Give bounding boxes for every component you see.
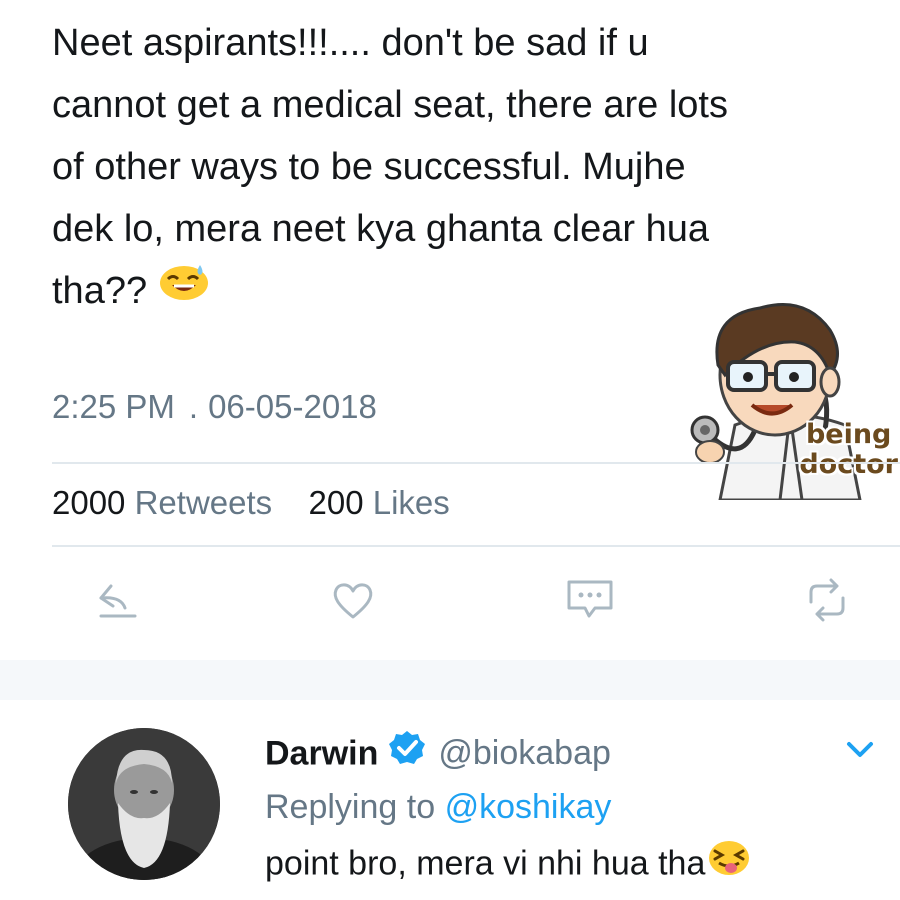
replying-to-mention[interactable]: @koshikay [445, 788, 612, 826]
grinning-sweat-emoji-icon [158, 258, 210, 320]
reply-author-name[interactable]: Darwin [265, 734, 378, 772]
reply-header: Darwin @biokabap [265, 729, 611, 779]
tweet-separator: . [188, 388, 199, 425]
retweet-label[interactable]: Retweets [135, 484, 273, 521]
like-count[interactable]: 200 [309, 484, 364, 521]
tweet-card: Neet aspirants!!!.... don't be sad if u … [0, 0, 900, 660]
tweet-time: 2:25 PM [52, 388, 175, 425]
reply-icon[interactable] [92, 575, 142, 625]
tweet-line: Neet aspirants!!!.... don't be sad if u [52, 22, 649, 64]
like-label[interactable]: Likes [373, 484, 450, 521]
tweet-line: of other ways to be successful. Mujhe [52, 146, 686, 188]
chevron-down-icon[interactable] [845, 738, 875, 765]
tweet-text: Neet aspirants!!!.... don't be sad if u … [52, 12, 900, 322]
bearded-man-portrait-avatar[interactable] [68, 728, 220, 880]
tweet-line-text: tha?? [52, 270, 148, 312]
tweet-line: dek lo, mera neet kya ghanta clear hua [52, 208, 709, 250]
tweet-date: 06-05-2018 [208, 388, 377, 425]
replying-to-prefix: Replying to [265, 788, 436, 826]
direct-message-icon[interactable] [565, 575, 615, 625]
reply-body: point bro, mera vi nhi hua tha [265, 844, 706, 883]
retweet-count[interactable]: 2000 [52, 484, 125, 521]
verified-badge-icon [388, 729, 426, 776]
reply-author-handle[interactable]: @biokabap [438, 734, 611, 772]
sticker-line-doctor: doctor [799, 449, 898, 480]
tweet-stats: 2000 Retweets 200 Likes [52, 484, 450, 522]
sticker-line-being: being [805, 419, 892, 450]
divider [52, 462, 900, 464]
replying-to: Replying to @koshikay [265, 788, 611, 827]
divider [52, 545, 900, 547]
reply-tweet[interactable]: Darwin @biokabap Replying to @koshikay p… [0, 700, 900, 900]
squinting-tongue-emoji-icon [707, 838, 751, 885]
tweet-timestamp: 2:25 PM. 06-05-2018 [52, 388, 377, 426]
heart-icon[interactable] [328, 575, 378, 625]
tweet-actions [0, 565, 900, 635]
sticker-label: being doctor [799, 420, 898, 480]
retweet-icon[interactable] [802, 575, 852, 625]
reply-text: point bro, mera vi nhi hua tha [265, 841, 751, 889]
tweet-line: cannot get a medical seat, there are lot… [52, 84, 728, 126]
being-doctor-sticker: being doctor [680, 290, 900, 502]
